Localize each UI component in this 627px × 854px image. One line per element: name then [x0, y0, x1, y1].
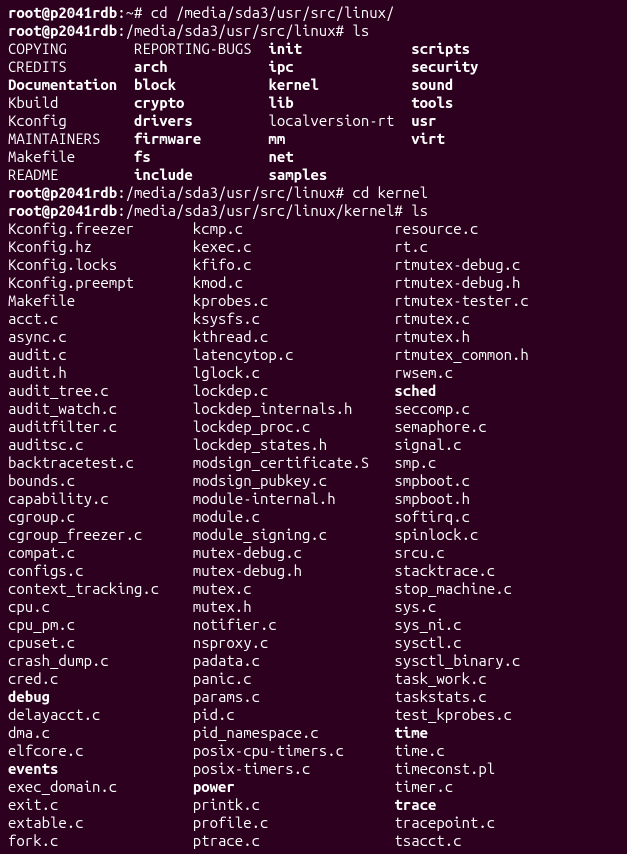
- terminal-output: root@p2041rdb:~# cd /media/sda3/usr/src/…: [8, 4, 619, 850]
